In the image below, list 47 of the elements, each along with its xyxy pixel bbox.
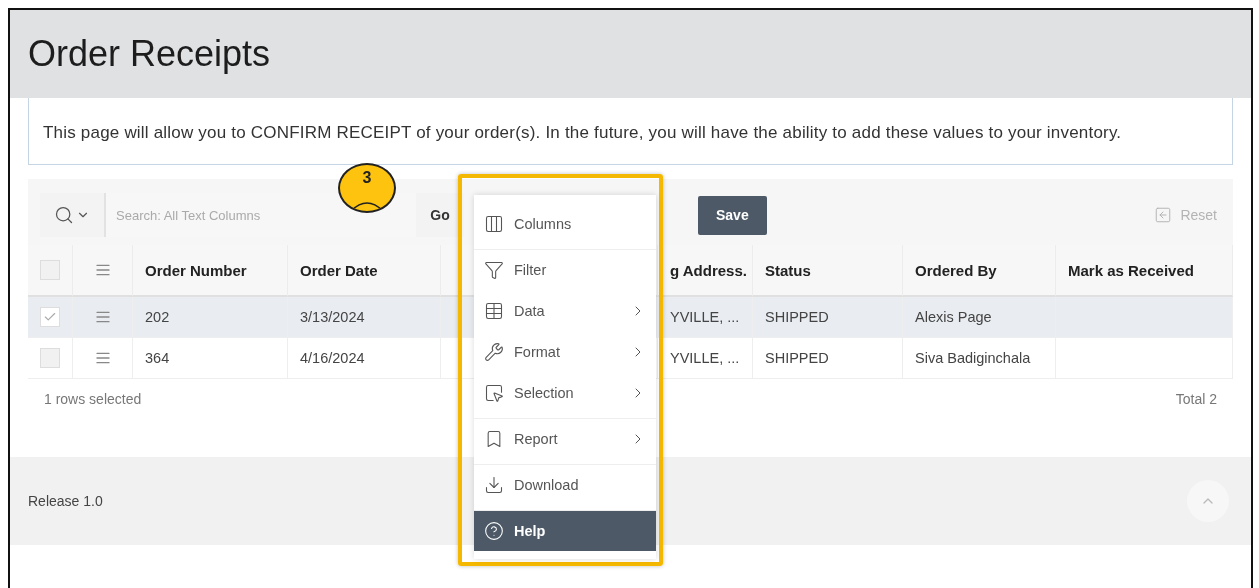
wrench-icon [484,342,504,362]
row-checkbox[interactable] [40,307,60,327]
menu-item[interactable]: Columns [474,203,656,244]
table-cell: 4/16/2024 [288,338,441,379]
selection-count: 1 rows selected [44,391,142,407]
column-header[interactable]: Mark as Received [1056,245,1233,297]
check-icon [43,310,57,324]
table-cell: Siva Badiginchala [903,338,1056,379]
column-header[interactable]: Order Date [288,245,441,297]
filter-icon [484,260,504,280]
reset-icon [1154,206,1173,224]
table-icon [484,301,504,321]
row-actions-icon[interactable] [94,350,111,366]
menu-item[interactable]: Selection [474,372,656,413]
selection-icon [484,383,504,403]
menu-item[interactable]: Help [474,510,656,551]
download-icon [484,475,504,495]
table-cell: 3/13/2024 [288,297,441,338]
menu-item[interactable]: Data [474,290,656,331]
table-cell: SHIPPED [753,297,903,338]
column-header[interactable]: Ordered By [903,245,1056,297]
select-all-checkbox[interactable] [40,260,60,280]
menu-item[interactable]: Filter [474,249,656,290]
column-header[interactable]: Status [753,245,903,297]
column-header[interactable]: Order Number [133,245,288,297]
go-button[interactable]: Go [416,193,464,237]
menu-item[interactable]: Download [474,464,656,505]
step-badge: 3 [338,163,396,213]
help-icon [484,521,504,541]
page-title: Order Receipts [28,33,271,75]
info-message: This page will allow you to CONFIRM RECEIPT of your order(s). In the future, you will have the ability to add these values to your inventory. [28,98,1233,165]
row-checkbox[interactable] [40,348,60,368]
menu-lines-icon [94,262,111,278]
row-actions-icon[interactable] [94,309,111,325]
table-cell: 202 [133,297,288,338]
save-button[interactable]: Save [698,195,767,235]
search-field[interactable]: Search: All Text Columns [106,193,416,237]
table-cell: SHIPPED [753,338,903,379]
release-label: Release 1.0 [28,493,103,509]
search-icon [54,205,74,225]
total-count: Total 2 [1175,391,1217,407]
menu-item[interactable]: Report [474,418,656,459]
menu-item[interactable]: Format [474,331,656,372]
scroll-top-button[interactable] [1187,480,1229,522]
table-cell: Alexis Page [903,297,1056,338]
table-cell: 364 [133,338,288,379]
columns-icon [484,214,504,234]
